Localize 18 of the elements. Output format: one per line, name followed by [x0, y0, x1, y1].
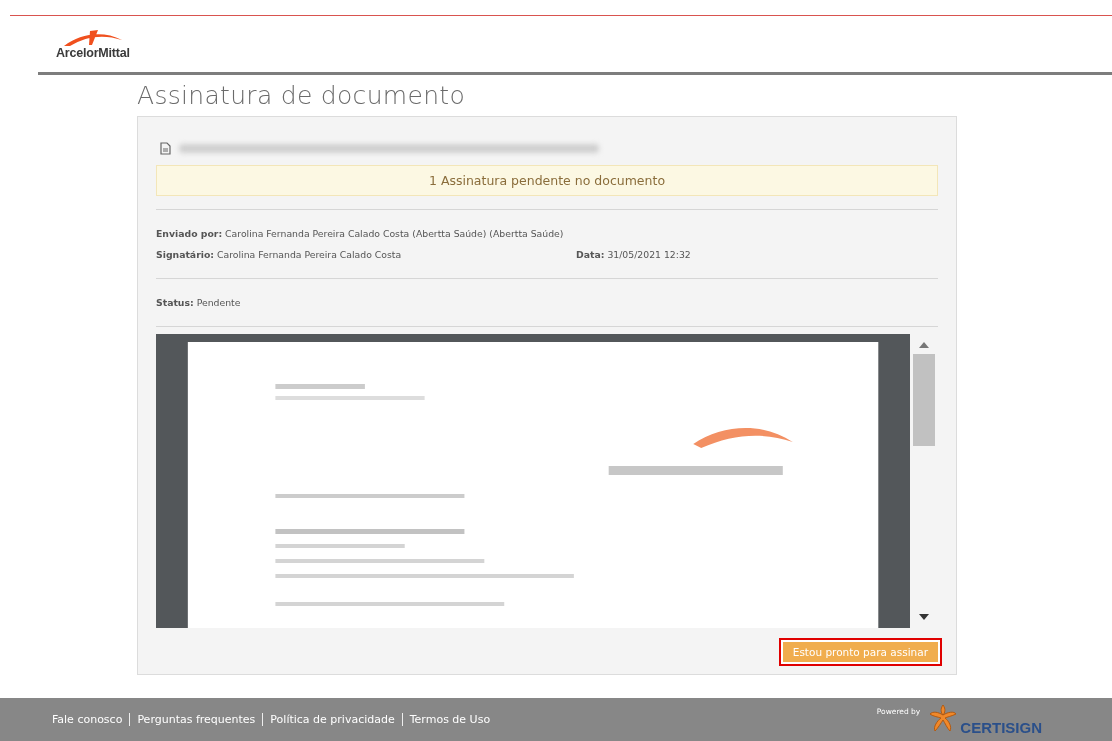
- footer-link[interactable]: Termos de Uso: [401, 713, 498, 726]
- footer-link[interactable]: Política de privacidade: [262, 713, 402, 726]
- sign-button[interactable]: Estou pronto para assinar: [778, 638, 942, 666]
- date-text: Data: 31/05/2021 12:32: [576, 248, 691, 262]
- footer-link[interactable]: Fale conosco: [52, 713, 130, 726]
- brand-name: CERTISIGN: [960, 719, 1042, 736]
- scrollbar-thumb[interactable]: [913, 354, 936, 446]
- star-figure-icon: [928, 703, 959, 733]
- footer-link[interactable]: Perguntas frequentes: [129, 713, 263, 726]
- scroll-up-icon[interactable]: [919, 342, 930, 348]
- scroll-down-icon[interactable]: [919, 614, 930, 620]
- logo-text: ArcelorMittal: [56, 46, 130, 60]
- pending-alert: 1 Assinatura pendente no documento: [156, 165, 938, 196]
- page-title: Assinatura de documento: [137, 81, 466, 110]
- status-text: Status: Pendente: [156, 297, 241, 308]
- sender-text: Enviado por: Carolina Fernanda Pereira Calado Costa (Abertta Saúde) (Abertta Saúde): [156, 227, 565, 241]
- signer-text: Signatário: Carolina Fernanda Pereira Calado Costa: [156, 249, 402, 260]
- document-icon: [160, 141, 171, 155]
